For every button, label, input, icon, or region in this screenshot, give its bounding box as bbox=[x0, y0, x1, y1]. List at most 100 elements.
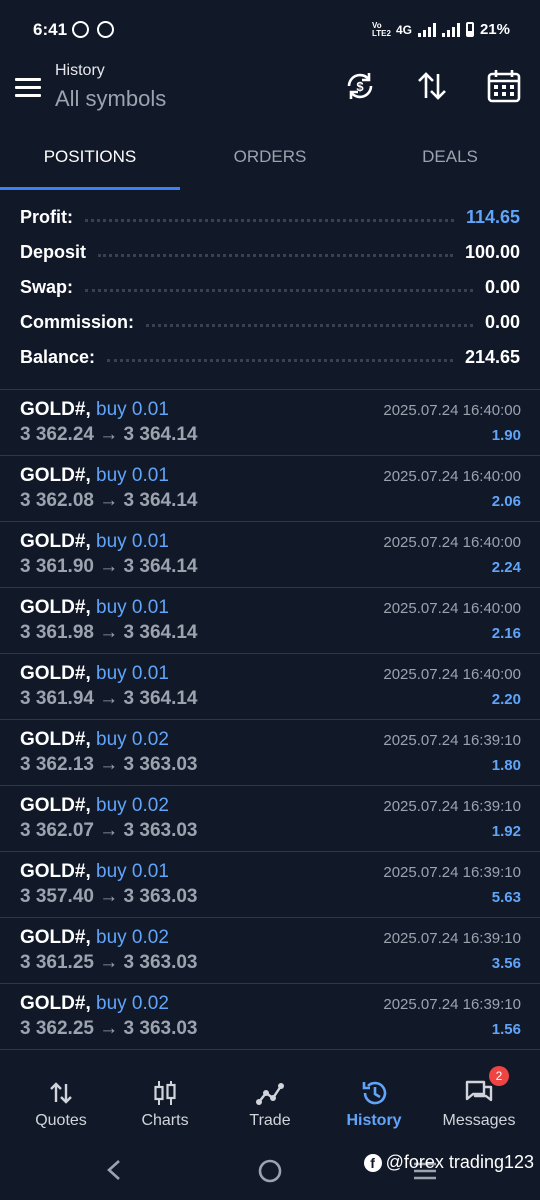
swap-value: 0.00 bbox=[484, 277, 520, 297]
signal-icon bbox=[417, 22, 436, 37]
summary-panel: Profit: 114.65 Deposit 100.00 Swap: 0.00… bbox=[0, 200, 540, 375]
list-item[interactable]: GOLD#, buy 0.01 3 362.08 → 3 364.14 2025… bbox=[0, 456, 540, 522]
position-time: 2025.07.24 16:40:00 bbox=[383, 666, 521, 683]
dotted-leader bbox=[146, 324, 473, 327]
list-item[interactable]: GOLD#, buy 0.02 3 362.07 → 3 363.03 2025… bbox=[0, 786, 540, 852]
tab-deals[interactable]: DEALS bbox=[360, 128, 540, 190]
status-bar: 6:41 Vo LTE2 4G 21% bbox=[0, 0, 540, 58]
position-profit: 3.56 bbox=[491, 955, 521, 972]
position-profit: 1.92 bbox=[491, 823, 521, 840]
balance-label: Balance: bbox=[20, 347, 96, 367]
tab-orders[interactable]: ORDERS bbox=[180, 128, 360, 190]
nav-trade[interactable]: Trade bbox=[216, 1060, 324, 1140]
sync-currency-icon[interactable]: $ bbox=[342, 68, 378, 104]
back-icon[interactable] bbox=[104, 1158, 124, 1182]
position-time: 2025.07.24 16:40:00 bbox=[383, 402, 521, 419]
position-time: 2025.07.24 16:40:00 bbox=[383, 468, 521, 485]
dotted-leader bbox=[98, 254, 453, 257]
position-side: buy 0.02 bbox=[96, 927, 169, 948]
position-time: 2025.07.24 16:39:10 bbox=[383, 732, 521, 749]
header-subtitle: History bbox=[55, 62, 105, 79]
app-header: History All symbols $ bbox=[0, 58, 540, 124]
position-profit: 5.63 bbox=[491, 889, 521, 906]
tab-positions[interactable]: POSITIONS bbox=[0, 128, 180, 190]
list-item[interactable]: GOLD#, buy 0.01 3 361.90 → 3 364.14 2025… bbox=[0, 522, 540, 588]
position-side: buy 0.02 bbox=[96, 795, 169, 816]
dotted-leader bbox=[85, 219, 454, 222]
position-prices: 3 357.40 → 3 363.03 bbox=[20, 886, 198, 907]
list-item[interactable]: GOLD#, buy 0.02 3 362.13 → 3 363.03 2025… bbox=[0, 720, 540, 786]
summary-row-commission: Commission: 0.00 bbox=[0, 305, 540, 340]
position-symbol: GOLD#, buy 0.01 bbox=[20, 597, 169, 618]
battery-level: 21% bbox=[479, 21, 510, 38]
battery-icon bbox=[465, 22, 474, 37]
nav-label: Trade bbox=[249, 1112, 291, 1129]
position-symbol: GOLD#, buy 0.02 bbox=[20, 729, 169, 750]
position-side: buy 0.01 bbox=[96, 861, 169, 882]
nav-label: Quotes bbox=[35, 1112, 87, 1129]
dotted-leader bbox=[107, 359, 453, 362]
position-prices: 3 362.25 → 3 363.03 bbox=[20, 1018, 198, 1039]
swap-label: Swap: bbox=[20, 277, 74, 297]
whatsapp-icon bbox=[97, 21, 114, 38]
summary-row-deposit: Deposit 100.00 bbox=[0, 235, 540, 270]
position-time: 2025.07.24 16:39:10 bbox=[383, 996, 521, 1013]
position-profit: 2.06 bbox=[491, 493, 521, 510]
status-time: 6:41 bbox=[33, 20, 68, 39]
position-profit: 2.16 bbox=[491, 625, 521, 642]
position-symbol: GOLD#, buy 0.01 bbox=[20, 663, 169, 684]
menu-icon[interactable] bbox=[15, 78, 41, 98]
list-item[interactable]: GOLD#, buy 0.01 3 361.94 → 3 364.14 2025… bbox=[0, 654, 540, 720]
position-prices: 3 362.07 → 3 363.03 bbox=[20, 820, 198, 841]
lte-label: Vo LTE2 bbox=[371, 20, 391, 38]
signal-icon bbox=[441, 22, 460, 37]
whatsapp-icon bbox=[72, 21, 89, 38]
position-symbol: GOLD#, buy 0.02 bbox=[20, 795, 169, 816]
position-prices: 3 361.98 → 3 364.14 bbox=[20, 622, 198, 643]
position-time: 2025.07.24 16:40:00 bbox=[383, 534, 521, 551]
history-tabs: POSITIONS ORDERS DEALS bbox=[0, 128, 540, 190]
nav-quotes[interactable]: Quotes bbox=[7, 1060, 115, 1140]
position-side: buy 0.01 bbox=[96, 399, 169, 420]
list-item[interactable]: GOLD#, buy 0.01 3 362.24 → 3 364.14 2025… bbox=[0, 390, 540, 456]
nav-messages[interactable]: 2 Messages bbox=[425, 1060, 533, 1140]
svg-text:$: $ bbox=[356, 79, 364, 94]
position-symbol: GOLD#, buy 0.01 bbox=[20, 399, 169, 420]
commission-label: Commission: bbox=[20, 312, 135, 332]
position-symbol: GOLD#, buy 0.02 bbox=[20, 993, 169, 1014]
sort-icon[interactable] bbox=[414, 68, 450, 104]
position-profit: 2.24 bbox=[491, 559, 521, 576]
history-icon bbox=[362, 1081, 387, 1105]
nav-charts[interactable]: Charts bbox=[111, 1060, 219, 1140]
profit-label: Profit: bbox=[20, 207, 73, 227]
profit-value: 114.65 bbox=[465, 207, 520, 227]
position-profit: 2.20 bbox=[491, 691, 521, 708]
position-symbol: GOLD#, buy 0.01 bbox=[20, 531, 169, 552]
list-item[interactable]: GOLD#, buy 0.02 3 362.25 → 3 363.03 2025… bbox=[0, 984, 540, 1050]
position-side: buy 0.01 bbox=[96, 465, 169, 486]
charts-icon bbox=[154, 1081, 176, 1105]
position-prices: 3 361.25 → 3 363.03 bbox=[20, 952, 198, 973]
home-icon[interactable] bbox=[258, 1159, 282, 1183]
balance-value: 214.65 bbox=[464, 347, 520, 367]
active-tab-indicator bbox=[0, 187, 180, 190]
position-side: buy 0.01 bbox=[96, 597, 169, 618]
deposit-label: Deposit bbox=[20, 242, 87, 262]
network-label: 4G bbox=[395, 22, 412, 37]
symbol-filter[interactable]: All symbols bbox=[55, 86, 166, 112]
positions-list: GOLD#, buy 0.01 3 362.24 → 3 364.14 2025… bbox=[0, 390, 540, 1050]
position-prices: 3 362.08 → 3 364.14 bbox=[20, 490, 198, 511]
list-item[interactable]: GOLD#, buy 0.01 3 361.98 → 3 364.14 2025… bbox=[0, 588, 540, 654]
position-time: 2025.07.24 16:40:00 bbox=[383, 600, 521, 617]
calendar-icon[interactable] bbox=[486, 68, 522, 104]
position-side: buy 0.01 bbox=[96, 663, 169, 684]
nav-history[interactable]: History bbox=[320, 1060, 428, 1140]
position-profit: 1.90 bbox=[491, 427, 521, 444]
summary-row-profit: Profit: 114.65 bbox=[0, 200, 540, 235]
list-item[interactable]: GOLD#, buy 0.02 3 361.25 → 3 363.03 2025… bbox=[0, 918, 540, 984]
list-item[interactable]: GOLD#, buy 0.01 3 357.40 → 3 363.03 2025… bbox=[0, 852, 540, 918]
dotted-leader bbox=[85, 289, 473, 292]
position-time: 2025.07.24 16:39:10 bbox=[383, 930, 521, 947]
position-prices: 3 361.94 → 3 364.14 bbox=[20, 688, 198, 709]
messages-icon bbox=[465, 1080, 493, 1102]
